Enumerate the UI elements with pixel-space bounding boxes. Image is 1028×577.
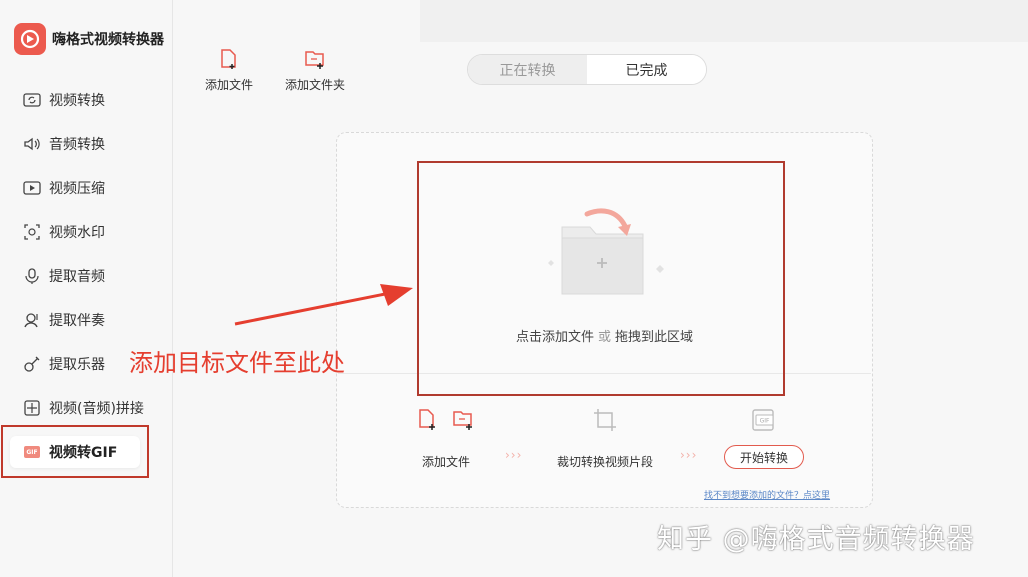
video-convert-icon xyxy=(22,90,42,110)
sidebar-item-extract-audio[interactable]: 提取音频 xyxy=(22,262,105,290)
add-folder-button[interactable]: 添加文件夹 xyxy=(285,48,345,93)
add-folder-label: 添加文件夹 xyxy=(285,78,346,92)
add-file-icon xyxy=(221,49,236,69)
app-logo xyxy=(14,23,46,55)
video-compress-icon xyxy=(22,178,42,198)
step-add-folder-icon xyxy=(453,411,472,430)
sidebar-item-label: 音频转换 xyxy=(49,137,105,153)
sidebar-item-label: 提取音频 xyxy=(49,269,105,285)
annotation-highlight-box-sidebar xyxy=(1,425,149,478)
step-arrow-icon: ››› xyxy=(680,448,698,462)
sidebar-item-extract-instrument[interactable]: 提取乐器 xyxy=(22,350,105,378)
sidebar-item-merge[interactable]: 视频(音频)拼接 xyxy=(22,394,144,422)
sidebar-item-label: 视频(音频)拼接 xyxy=(49,401,144,417)
sidebar-item-label: 视频压缩 xyxy=(49,181,105,197)
step-arrow-icon: ››› xyxy=(505,448,523,462)
add-folder-icon xyxy=(305,51,324,69)
title-bar-area xyxy=(420,0,1028,42)
sidebar-item-video-compress[interactable]: 视频压缩 xyxy=(22,174,105,202)
audio-convert-icon xyxy=(22,134,42,154)
extract-instrument-icon xyxy=(22,354,42,374)
merge-icon xyxy=(22,398,42,418)
sidebar-item-audio-convert[interactable]: 音频转换 xyxy=(22,130,105,158)
add-file-label: 添加文件 xyxy=(205,78,254,92)
sidebar-item-label: 视频转换 xyxy=(49,93,105,109)
sidebar-item-extract-accompaniment[interactable]: 提取伴奏 xyxy=(22,306,105,334)
help-link[interactable]: 找不到想要添加的文件？点这里 xyxy=(704,488,830,501)
annotation-highlight-box-dropzone xyxy=(417,161,785,396)
gif-file-icon: GIF xyxy=(752,409,774,431)
crop-icon xyxy=(594,409,616,431)
watermark: 知乎 @嗨格式音频转换器 xyxy=(657,524,975,555)
step-crop-label: 裁切转换视频片段 xyxy=(557,455,654,469)
tab-converting[interactable]: 正在转换 xyxy=(468,55,587,84)
app-title: 嗨格式视频转换器 xyxy=(52,32,164,48)
sidebar-item-label: 提取乐器 xyxy=(49,357,105,373)
extract-audio-icon xyxy=(22,266,42,286)
step-add-file-icon xyxy=(419,409,435,430)
status-tabs: 正在转换 已完成 xyxy=(467,54,707,85)
sidebar: 嗨格式视频转换器 视频转换 音频转换 视频压缩 视频水印 提取音频 提取伴奏 提… xyxy=(0,0,173,577)
sidebar-item-label: 视频水印 xyxy=(49,225,105,241)
sidebar-item-video-watermark[interactable]: 视频水印 xyxy=(22,218,105,246)
annotation-text: 添加目标文件至此处 xyxy=(129,349,345,377)
start-convert-button[interactable]: 开始转换 xyxy=(724,445,804,469)
sidebar-item-video-convert[interactable]: 视频转换 xyxy=(22,86,105,114)
app-logo-icon xyxy=(20,29,40,49)
extract-accompaniment-icon xyxy=(22,310,42,330)
annotation-arrow xyxy=(234,284,413,326)
tab-completed[interactable]: 已完成 xyxy=(587,55,706,84)
gif-icon-text: GIF xyxy=(760,418,770,425)
step-add-file-label: 添加文件 xyxy=(422,455,471,469)
video-watermark-icon xyxy=(22,222,42,242)
add-file-button[interactable]: 添加文件 xyxy=(205,48,253,93)
sidebar-item-label: 提取伴奏 xyxy=(49,313,105,329)
